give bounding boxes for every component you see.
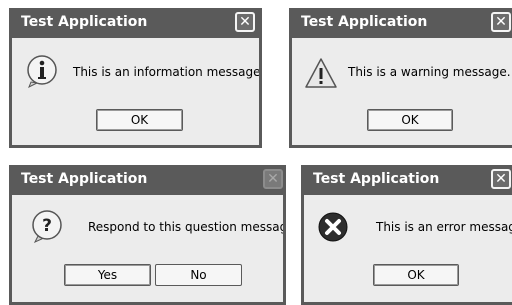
close-button[interactable]: ✕ bbox=[235, 12, 255, 32]
title-bar[interactable]: Test Application ✕ bbox=[304, 165, 512, 195]
ok-button[interactable]: OK bbox=[373, 264, 459, 286]
svg-text:?: ? bbox=[42, 216, 52, 236]
ok-button[interactable]: OK bbox=[96, 109, 183, 131]
dialog-title: Test Application bbox=[301, 14, 428, 30]
title-bar[interactable]: Test Application ✕ bbox=[12, 8, 259, 38]
dialog-warning: Test Application ✕ This is a warning mes… bbox=[289, 8, 512, 148]
dialog-question: Test Application ✕ ? Respond to this que… bbox=[9, 165, 286, 305]
dialog-message: Respond to this question message? bbox=[88, 220, 286, 234]
dialog-message: This is a warning message. bbox=[348, 65, 511, 79]
title-bar[interactable]: Test Application ✕ bbox=[12, 165, 283, 195]
title-bar[interactable]: Test Application ✕ bbox=[292, 8, 512, 38]
close-button[interactable]: ✕ bbox=[491, 12, 511, 32]
close-button[interactable]: ✕ bbox=[491, 169, 511, 189]
information-icon bbox=[27, 55, 57, 88]
error-icon bbox=[318, 212, 348, 242]
dialog-message: This is an error message. bbox=[376, 220, 512, 234]
dialog-information: Test Application ✕ This is an informatio… bbox=[9, 8, 262, 148]
question-icon: ? bbox=[32, 210, 62, 243]
dialog-title: Test Application bbox=[313, 171, 440, 187]
yes-button[interactable]: Yes bbox=[64, 264, 151, 286]
dialog-message: This is an information message. bbox=[73, 65, 262, 79]
dialog-title: Test Application bbox=[21, 14, 148, 30]
ok-button[interactable]: OK bbox=[367, 109, 453, 131]
close-button: ✕ bbox=[263, 169, 283, 189]
no-button[interactable]: No bbox=[155, 264, 242, 286]
dialog-error: Test Application ✕ This is an error mess… bbox=[301, 165, 512, 305]
dialog-title: Test Application bbox=[21, 171, 148, 187]
warning-icon bbox=[305, 58, 337, 88]
